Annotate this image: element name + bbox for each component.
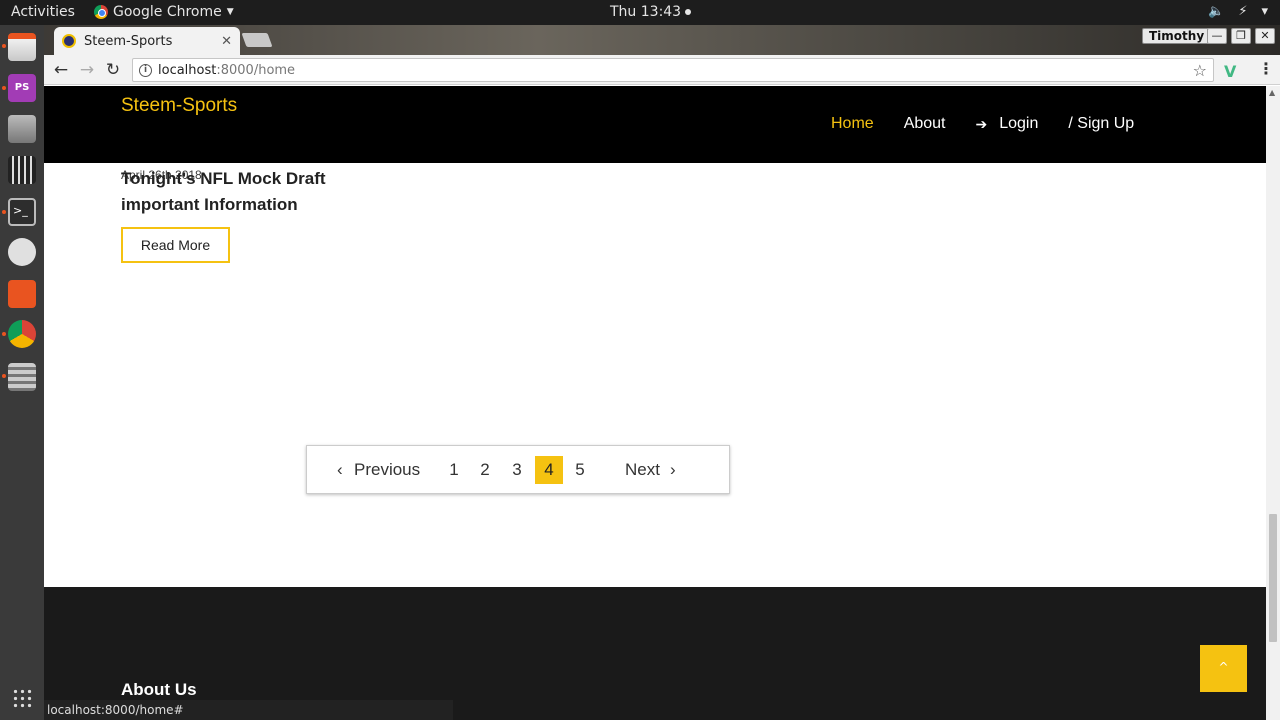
status-bar: localhost:8000/home# <box>44 700 453 720</box>
previous-page-button[interactable]: Previous <box>354 456 420 484</box>
clock[interactable]: Thu 13:43 <box>610 4 692 20</box>
running-indicator <box>2 374 6 378</box>
chrome-menu-icon[interactable]: ⋮ <box>1258 59 1274 78</box>
back-to-top-button[interactable]: ^ <box>1200 645 1247 692</box>
page-2-button[interactable]: 2 <box>478 456 492 484</box>
nav-about[interactable]: About <box>904 115 946 133</box>
site-logo[interactable]: Steem-Sports <box>121 95 237 117</box>
nav-signup[interactable]: / Sign Up <box>1068 115 1134 133</box>
page-4-button[interactable]: 4 <box>535 456 563 484</box>
reload-button[interactable]: ↻ <box>102 60 124 80</box>
system-top-bar: Activities Google Chrome ▼ Thu 13:43 🔈 ⚡… <box>0 0 1280 25</box>
notification-dot-icon <box>685 9 692 15</box>
page-scrollbar[interactable]: ▲ <box>1266 86 1280 720</box>
chevron-left-icon: ‹ <box>337 460 343 479</box>
read-more-button[interactable]: Read More <box>121 227 230 263</box>
chevron-right-icon: › <box>670 460 676 479</box>
chevron-up-icon: ^ <box>1218 660 1229 674</box>
tab-steem-sports[interactable]: Steem-Sports ✕ <box>54 27 240 55</box>
url-host: localhost <box>158 62 217 78</box>
new-tab-button[interactable] <box>241 33 273 47</box>
app-menu-label: Google Chrome <box>113 4 222 20</box>
chrome-icon[interactable] <box>8 320 36 348</box>
battery-icon: ⚡ <box>1238 4 1248 19</box>
running-indicator <box>2 332 6 336</box>
video-editor-icon[interactable] <box>8 156 36 184</box>
tab-strip: Steem-Sports ✕ Timothy — ❐ ✕ <box>44 25 1280 55</box>
forward-button[interactable]: → <box>76 60 98 80</box>
maximize-button[interactable]: ❐ <box>1231 28 1251 44</box>
profile-button[interactable]: Timothy <box>1142 28 1212 44</box>
scrollbar-thumb[interactable] <box>1269 514 1277 642</box>
site-nav: Home About ➔ Login / Sign Up <box>831 115 1134 133</box>
page-1-button[interactable]: 1 <box>447 456 461 484</box>
page-5-button[interactable]: 5 <box>573 456 587 484</box>
activities-button[interactable]: Activities <box>11 4 75 20</box>
site-header: Steem-Sports Home About ➔ Login / Sign U… <box>44 86 1266 163</box>
footer-about-title: About Us <box>121 680 197 699</box>
vue-devtools-icon[interactable]: V <box>1224 62 1236 81</box>
clock-label: Thu 13:43 <box>610 4 682 20</box>
nav-login[interactable]: Login <box>999 115 1038 133</box>
terminal-icon[interactable]: >_ <box>8 198 36 226</box>
system-tray[interactable]: 🔈 ⚡ ▾ <box>1208 4 1268 19</box>
nav-home[interactable]: Home <box>831 115 874 133</box>
info-icon[interactable]: i <box>139 63 152 77</box>
tab-title: Steem-Sports <box>84 33 173 49</box>
bookmark-star-icon[interactable]: ☆ <box>1193 61 1207 80</box>
page-3-button[interactable]: 3 <box>510 456 524 484</box>
chrome-icon <box>94 5 108 19</box>
back-button[interactable]: ← <box>50 60 72 80</box>
software-updater-icon[interactable] <box>8 238 36 266</box>
running-indicator <box>2 210 6 214</box>
article-title[interactable]: Tonight's NFL Mock Draft important Infor… <box>121 166 361 218</box>
close-window-button[interactable]: ✕ <box>1255 28 1275 44</box>
caret-down-icon: ▼ <box>226 7 234 17</box>
dock: PS >_ <box>0 25 44 720</box>
favicon-icon <box>62 34 76 48</box>
software-center-icon[interactable] <box>8 280 36 308</box>
browser-window: Steem-Sports ✕ Timothy — ❐ ✕ ← → ↻ i loc… <box>44 25 1280 720</box>
phpstorm-icon[interactable]: PS <box>8 74 36 102</box>
minimize-button[interactable]: — <box>1207 28 1227 44</box>
pagination: ‹ Previous 1 2 3 4 5 Next › <box>306 445 730 494</box>
app-menu[interactable]: Google Chrome ▼ <box>94 4 234 20</box>
running-indicator <box>2 86 6 90</box>
address-bar[interactable]: i localhost:8000/home ☆ <box>132 58 1214 82</box>
sign-in-icon: ➔ <box>975 115 988 132</box>
files-icon[interactable] <box>8 33 36 61</box>
installer-icon[interactable] <box>8 115 36 143</box>
next-page-button[interactable]: Next <box>625 456 660 484</box>
show-applications-icon[interactable] <box>12 688 32 708</box>
browser-toolbar: ← → ↻ i localhost:8000/home ☆ V ⋮ <box>44 55 1280 85</box>
calculator-icon[interactable] <box>8 363 36 391</box>
scroll-up-icon[interactable]: ▲ <box>1269 88 1275 97</box>
caret-down-icon: ▾ <box>1261 4 1268 19</box>
running-indicator <box>2 44 6 48</box>
volume-icon: 🔈 <box>1208 4 1225 19</box>
url-path: :8000/home <box>216 62 296 78</box>
close-tab-icon[interactable]: ✕ <box>221 34 232 49</box>
page-viewport: April 26th 2018 Tonight's NFL Mock Draft… <box>44 86 1266 720</box>
